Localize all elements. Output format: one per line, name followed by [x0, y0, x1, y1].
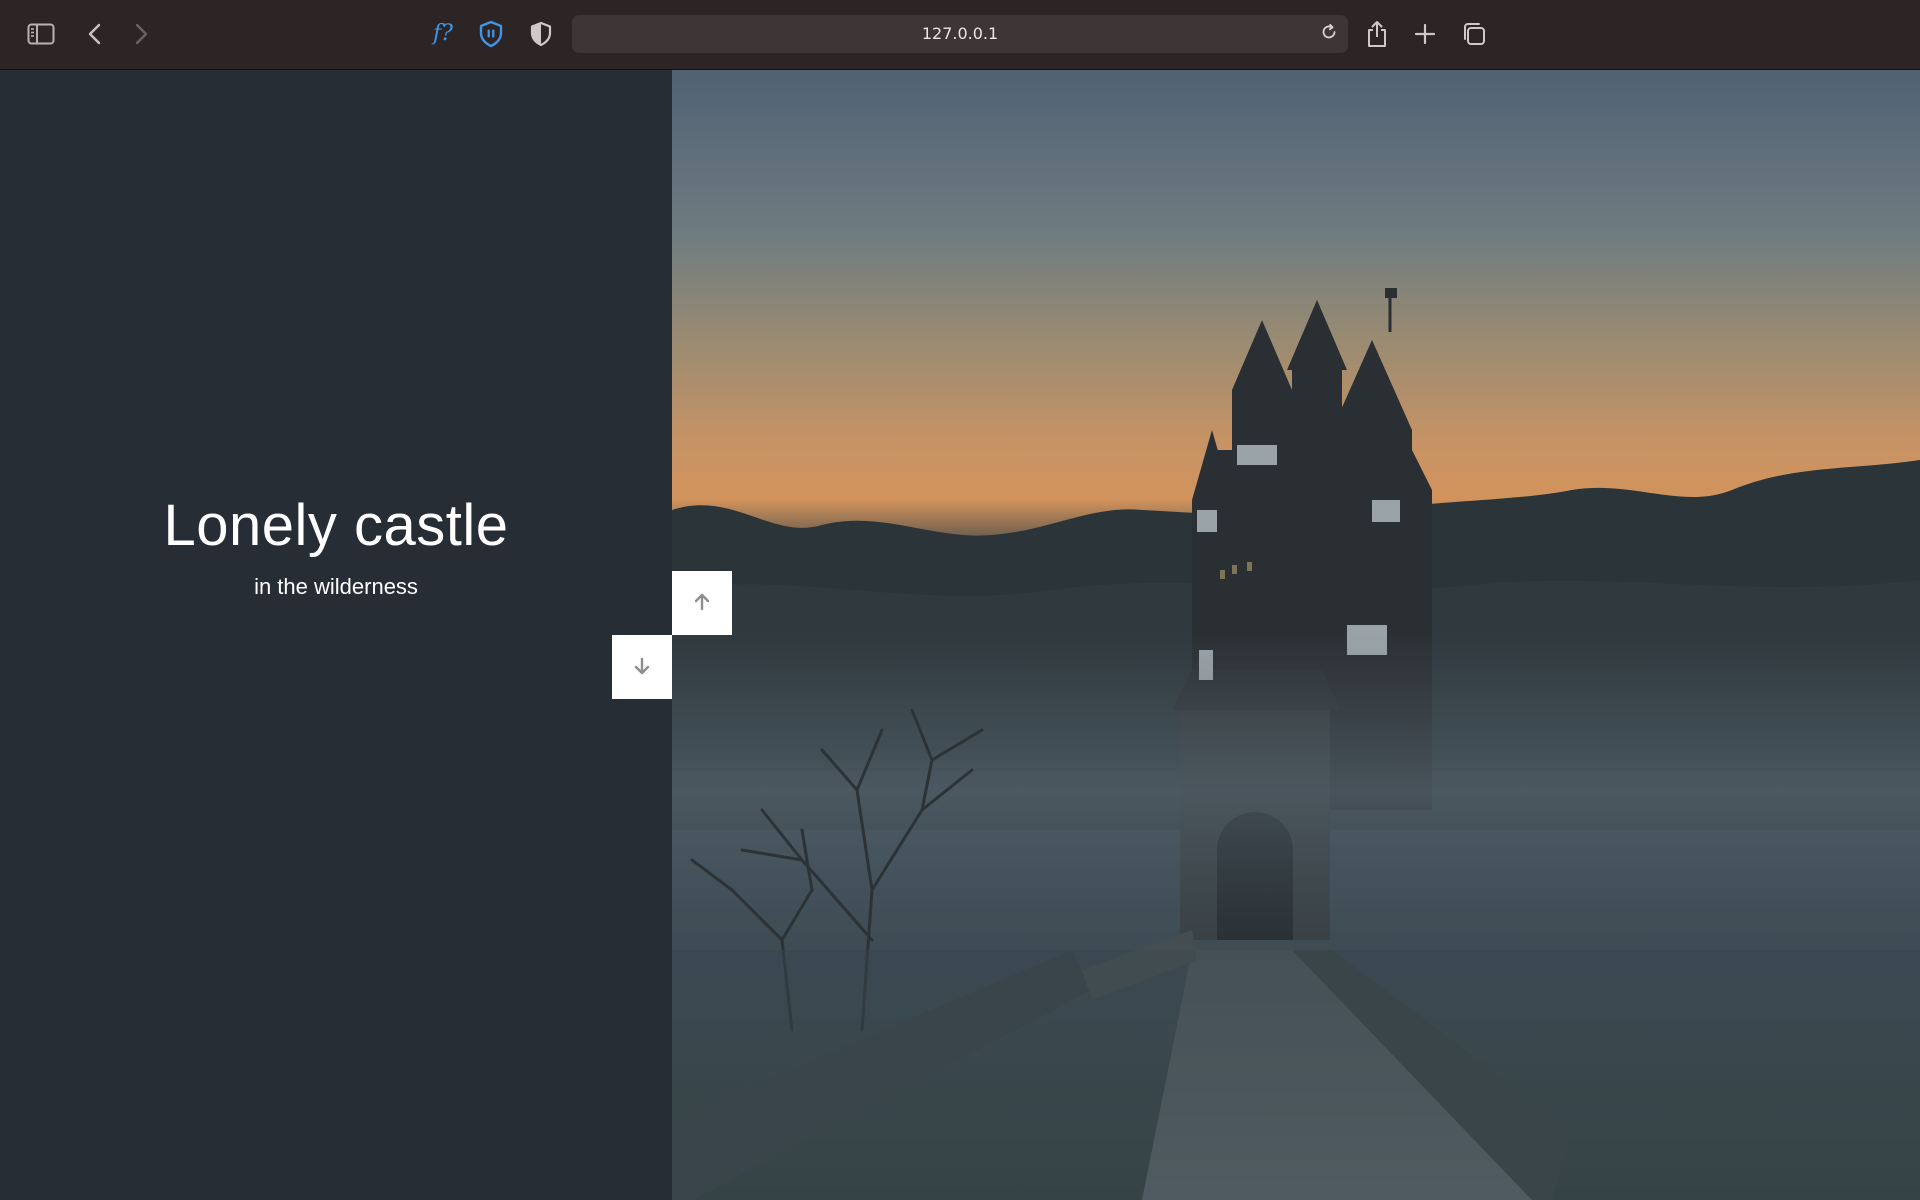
address-bar[interactable]: 127.0.0.1	[572, 15, 1348, 53]
slide-title: Lonely castle	[163, 493, 509, 558]
next-slide-button[interactable]	[612, 635, 672, 699]
back-button[interactable]	[76, 16, 114, 52]
font-identifier-extension-button[interactable]: f?	[424, 16, 462, 52]
browser-toolbar: f? 127.0.0.1	[0, 0, 1920, 70]
sidebar-toggle-button[interactable]	[22, 16, 60, 52]
previous-slide-button[interactable]	[672, 571, 732, 635]
plus-icon	[1414, 23, 1436, 45]
slide-subtitle: in the wilderness	[254, 574, 418, 599]
sidebar-icon	[27, 23, 55, 45]
half-shield-icon	[529, 21, 553, 47]
content-blocker-button[interactable]	[522, 16, 560, 52]
share-icon	[1366, 20, 1388, 48]
share-button[interactable]	[1358, 16, 1396, 52]
tab-overview-icon	[1461, 21, 1487, 47]
reload-icon	[1320, 23, 1338, 45]
arrow-down-icon	[632, 656, 652, 679]
forward-button[interactable]	[122, 16, 160, 52]
shield-extension-button[interactable]	[472, 16, 510, 52]
castle-illustration	[672, 288, 1920, 1200]
castle-hero-image	[672, 70, 1920, 1200]
slide-text-panel	[0, 70, 672, 1200]
reload-button[interactable]	[1316, 21, 1342, 47]
arrow-up-icon	[692, 592, 712, 615]
new-tab-button[interactable]	[1406, 16, 1444, 52]
chevron-right-icon	[133, 23, 149, 45]
url-text[interactable]: 127.0.0.1	[572, 15, 1348, 53]
privacy-shield-icon	[478, 20, 504, 48]
chevron-left-icon	[87, 23, 103, 45]
font-extension-icon: f?	[433, 21, 453, 46]
tab-overview-button[interactable]	[1455, 16, 1493, 52]
